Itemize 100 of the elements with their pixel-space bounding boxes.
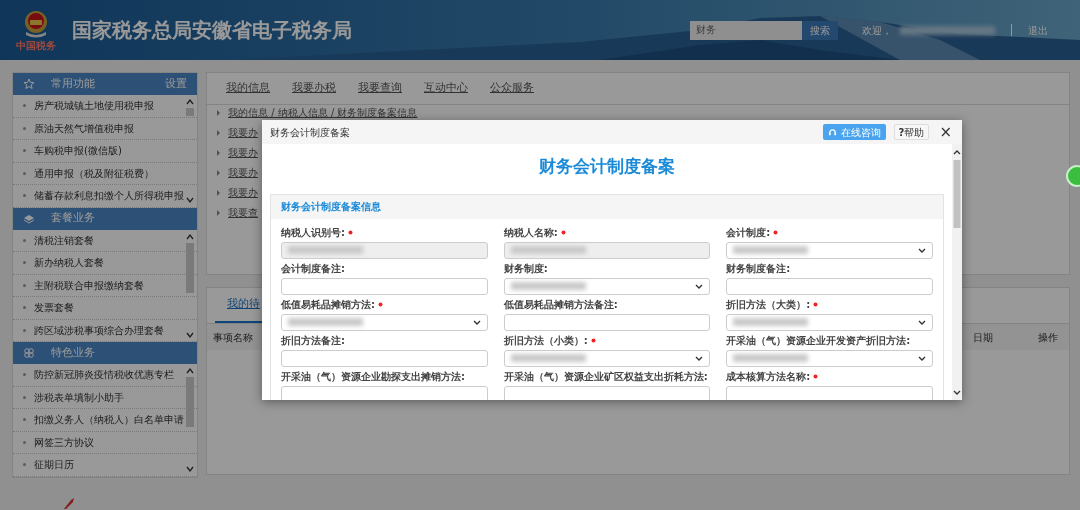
breadcrumb-link[interactable]: 我的信息 / 纳税人信息 / 财务制度备案信息 — [228, 105, 418, 120]
field-label: 纳税人名称: — [503, 226, 711, 239]
field-label: 会计制度备注: — [281, 262, 346, 275]
section-title: 特色业务 — [51, 344, 96, 361]
logo-caption: 中国税务 — [16, 38, 56, 53]
input-field[interactable] — [726, 385, 933, 400]
sidebar-item[interactable]: 储蓄存款利息扣缴个人所得税申报 — [13, 185, 197, 208]
sidebar-item[interactable]: 发票套餐 — [13, 297, 197, 320]
chevron-down-icon — [472, 319, 481, 325]
field-label: 财务制度备注: — [726, 262, 792, 275]
bullet-icon — [23, 104, 26, 108]
field-label: 财务制度: — [503, 262, 549, 275]
field-label: 会计制度: — [726, 226, 933, 239]
breadcrumb-link[interactable]: 我要办 — [228, 165, 258, 180]
nav-tab[interactable]: 我要查询 — [347, 80, 413, 97]
section-title: 常用功能 — [51, 75, 96, 92]
field-label: 开采油（气）资源企业勘探支出摊销方法: — [281, 370, 466, 383]
bullet-icon — [23, 418, 26, 422]
input-field[interactable] — [281, 385, 488, 400]
field-label: 纳税人识别号: — [281, 226, 488, 239]
star-icon — [23, 78, 35, 90]
section-header[interactable]: 套餐业务 — [13, 207, 197, 230]
headset-icon — [827, 127, 837, 137]
field-label: 低值易耗品摊销方法备注: — [503, 298, 619, 311]
select-field[interactable] — [503, 349, 711, 367]
nav-tab[interactable]: 我的信息 — [215, 80, 281, 97]
required-icon — [773, 230, 779, 235]
rocket-icon[interactable] — [62, 497, 76, 509]
field-label: 折旧方法（小类）: — [503, 334, 711, 347]
section-header[interactable]: 特色业务 — [13, 342, 197, 364]
bullet-icon — [23, 306, 26, 310]
input-field[interactable] — [281, 277, 488, 295]
chevron-down-icon — [695, 355, 704, 361]
field-label: 折旧方法（大类）: — [726, 298, 933, 311]
bullet-icon — [23, 463, 26, 467]
required-icon — [813, 374, 819, 379]
bullet-icon — [23, 126, 26, 130]
chevron-down-icon — [918, 247, 926, 253]
layers-icon — [23, 212, 35, 225]
sidebar-item[interactable]: 网签三方协议 — [13, 431, 197, 454]
bullet-icon — [23, 238, 26, 242]
search-field[interactable]: 财务 — [690, 20, 802, 40]
input-field[interactable] — [726, 277, 933, 295]
breadcrumb-link[interactable]: 我要办 — [228, 125, 258, 140]
bullet-icon — [23, 440, 26, 444]
section-header[interactable]: 常用功能 设置 — [13, 73, 197, 95]
help-button[interactable]: ?帮助 — [893, 124, 930, 140]
scrollbar[interactable] — [952, 144, 962, 400]
required-icon — [560, 230, 566, 235]
select-field[interactable] — [726, 241, 933, 259]
chevron-down-icon — [695, 283, 704, 289]
input-field[interactable] — [281, 349, 488, 367]
close-button[interactable]: × — [937, 124, 954, 140]
settings-link[interactable]: 设置 — [165, 75, 187, 93]
sidebar-item[interactable]: 车购税申报(微信版) — [13, 140, 197, 163]
column-header: 日期 — [973, 330, 993, 345]
caret-icon — [217, 209, 220, 216]
select-field[interactable] — [726, 313, 933, 331]
nav-tab[interactable]: 我要办税 — [281, 80, 347, 97]
field-label: 折旧方法备注: — [281, 334, 346, 347]
select-field[interactable] — [726, 349, 933, 367]
caret-icon — [217, 169, 220, 176]
dialog-title: 财务会计制度备案 — [270, 125, 351, 140]
consult-button[interactable]: 在线咨询 — [822, 124, 886, 140]
bullet-icon — [23, 149, 26, 153]
bullet-icon — [23, 283, 26, 287]
required-icon — [590, 338, 596, 343]
column-header: 事项名称 — [213, 330, 253, 345]
breadcrumb-link[interactable]: 我要查 — [228, 205, 258, 220]
sidebar-item[interactable]: 原油天然气增值税申报 — [13, 117, 197, 140]
sidebar-item[interactable]: 通用申报（税及附征税费） — [13, 162, 197, 185]
select-field[interactable] — [281, 313, 488, 331]
input-field[interactable] — [503, 313, 711, 331]
bullet-icon — [23, 328, 26, 332]
select-field[interactable] — [503, 277, 711, 295]
logout-link[interactable]: 退出 — [1028, 22, 1048, 38]
welcome-text: 欢迎， — [862, 23, 892, 38]
caret-icon — [217, 129, 220, 136]
required-icon — [348, 230, 353, 235]
breadcrumb-link[interactable]: 我要办 — [228, 145, 258, 160]
field-label: 开采油（气）资源企业矿区权益支出折耗方法: — [503, 370, 709, 383]
field-label: 低值易耗品摊销方法: — [281, 298, 488, 311]
required-icon — [378, 302, 383, 307]
bullet-icon — [23, 395, 26, 399]
clover-icon — [23, 347, 35, 359]
bullet-icon — [23, 194, 26, 198]
input-field[interactable] — [503, 385, 711, 400]
section-title: 套餐业务 — [51, 210, 96, 227]
caret-icon — [217, 109, 220, 116]
section-heading: 财务会计制度备案信息 — [271, 194, 943, 219]
caret-icon — [217, 149, 220, 156]
field-label: 开采油（气）资源企业开发资产折旧方法: — [726, 334, 912, 347]
bullet-icon — [23, 261, 26, 265]
nav-tab[interactable]: 互动中心 — [413, 80, 479, 97]
chevron-down-icon — [918, 355, 926, 361]
nav-tab[interactable]: 公众服务 — [479, 80, 545, 97]
caret-icon — [217, 189, 220, 196]
sidebar-item[interactable]: 征期日历 — [13, 454, 197, 477]
bullet-icon — [23, 171, 26, 175]
breadcrumb-link[interactable]: 我要办 — [228, 185, 258, 200]
